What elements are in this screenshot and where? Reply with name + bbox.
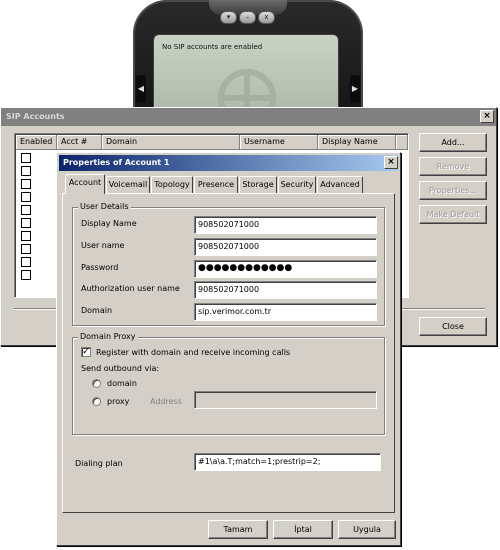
tab-voicemail[interactable]: Voicemail — [106, 176, 150, 193]
auth-user-label: Authorization user name — [81, 284, 180, 293]
domain-field[interactable]: sip.verimor.com.tr — [194, 303, 377, 321]
screen-message: No SIP accounts are enabled — [162, 43, 263, 51]
outbound-domain-label: domain — [107, 379, 137, 388]
column-header-username[interactable]: Username — [240, 135, 318, 150]
account-enabled-checkbox[interactable] — [21, 231, 31, 241]
tab-security[interactable]: Security — [278, 176, 316, 193]
add-button[interactable]: Add... — [419, 133, 487, 152]
properties-title-bar[interactable]: Properties of Account 1 — [59, 155, 398, 171]
properties-close-icon[interactable]: × — [384, 156, 398, 169]
user-name-label: User name — [81, 241, 125, 250]
tab-topology[interactable]: Topology — [151, 176, 193, 193]
account-enabled-checkbox[interactable] — [21, 244, 31, 254]
register-label: Register with domain and receive incomin… — [96, 348, 291, 357]
close-icon[interactable]: x — [258, 11, 275, 24]
close-button[interactable]: Close — [419, 317, 487, 336]
account-enabled-checkbox[interactable] — [21, 270, 31, 280]
domain-label: Domain — [81, 306, 113, 315]
cancel-button[interactable]: İptal — [273, 520, 333, 539]
column-header-domain[interactable]: Domain — [102, 135, 240, 150]
apply-button[interactable]: Uygula — [338, 520, 396, 539]
password-label: Password — [81, 263, 119, 272]
address-field[interactable] — [194, 391, 377, 409]
password-field[interactable]: ●●●●●●●●●●●● — [194, 260, 377, 278]
display-name-label: Display Name — [81, 219, 137, 228]
account-enabled-checkbox[interactable] — [21, 179, 31, 189]
menu-down-icon[interactable]: ▾ — [220, 11, 237, 24]
remove-button[interactable]: Remove — [419, 157, 487, 176]
send-outbound-label: Send outbound via: — [81, 364, 160, 373]
sip-accounts-title: SIP Accounts — [6, 112, 65, 121]
logo-watermark-icon — [218, 69, 276, 110]
phone-display: No SIP accounts are enabled — [153, 34, 339, 110]
properties-button[interactable]: Properties... — [419, 181, 487, 200]
address-label: Address — [150, 397, 182, 406]
outbound-proxy-label: proxy — [107, 397, 130, 406]
softphone-body: ▾ – x ◀ ▶ No SIP accounts are enabled — [133, 0, 363, 110]
account-enabled-checkbox[interactable] — [21, 166, 31, 176]
dialing-plan-field[interactable]: #1\a\a.T;match=1;prestrip=2; — [194, 453, 381, 471]
column-header-display-name[interactable]: Display Name — [318, 135, 396, 150]
display-name-field[interactable]: 908502071000 — [194, 216, 377, 234]
account-enabled-checkbox[interactable] — [21, 257, 31, 267]
dialing-plan-label: Dialing plan — [75, 459, 123, 468]
column-header-filler — [396, 135, 408, 150]
sip-accounts-close-icon[interactable]: × — [480, 110, 494, 123]
column-header-enabled[interactable]: Enabled — [16, 135, 57, 150]
make-default-button[interactable]: Make Default — [419, 205, 487, 224]
register-checkbox[interactable]: ✓ — [81, 347, 91, 357]
sip-accounts-title-bar[interactable]: SIP Accounts — [1, 108, 496, 126]
outbound-proxy-radio[interactable] — [92, 397, 101, 406]
outbound-domain-radio[interactable] — [92, 379, 101, 388]
auth-user-field[interactable]: 908502071000 — [194, 281, 377, 299]
account-enabled-checkbox[interactable] — [21, 153, 31, 163]
account-enabled-checkbox[interactable] — [21, 192, 31, 202]
tab-advanced[interactable]: Advanced — [317, 176, 363, 193]
properties-title: Properties of Account 1 — [63, 158, 170, 167]
tab-presence[interactable]: Presence — [194, 176, 238, 193]
ok-button[interactable]: Tamam — [208, 520, 268, 539]
user-name-field[interactable]: 908502071000 — [194, 238, 377, 256]
left-arrow-icon[interactable]: ◀ — [136, 75, 146, 103]
tab-storage[interactable]: Storage — [239, 176, 277, 193]
account-properties-dialog: Properties of Account 1 × Account Voicem… — [56, 152, 401, 546]
tab-account[interactable]: Account — [65, 174, 105, 194]
column-header-acct[interactable]: Acct # — [57, 135, 102, 150]
right-arrow-icon[interactable]: ▶ — [350, 75, 360, 103]
account-enabled-checkbox[interactable] — [21, 218, 31, 228]
minimize-icon[interactable]: – — [239, 11, 256, 24]
account-enabled-checkbox[interactable] — [21, 205, 31, 215]
user-details-legend: User Details — [78, 202, 131, 212]
domain-proxy-legend: Domain Proxy — [78, 332, 138, 342]
